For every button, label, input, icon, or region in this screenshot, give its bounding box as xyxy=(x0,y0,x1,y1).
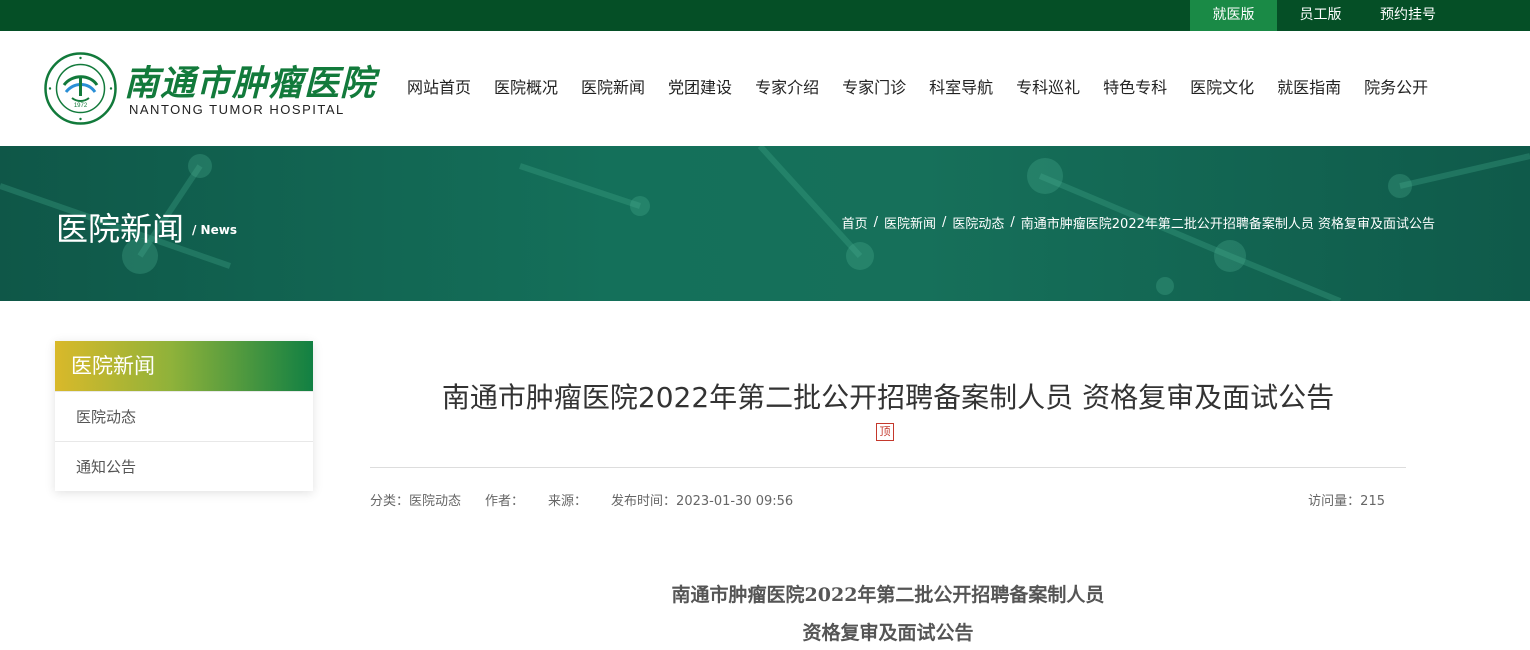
nav-item-specialty-tour[interactable]: 专科巡礼 xyxy=(1016,74,1080,98)
breadcrumb-separator: / xyxy=(873,215,878,230)
top-utility-bar: 就医版 员工版 预约挂号 xyxy=(0,0,1530,31)
pinned-badge: 顶 xyxy=(876,423,894,441)
meta-source: 来源： xyxy=(548,494,588,509)
site-header: 1972 南通市肿瘤医院 NANTONG TUMOR HOSPITAL 网站首页… xyxy=(0,31,1530,146)
nav-item-featured-specialties[interactable]: 特色专科 xyxy=(1103,74,1167,98)
nav-item-news[interactable]: 医院新闻 xyxy=(581,74,645,98)
sidebar-title: 医院新闻 xyxy=(55,341,313,391)
top-links: 就医版 员工版 预约挂号 xyxy=(1190,0,1452,31)
hospital-logo[interactable]: 1972 南通市肿瘤医院 NANTONG TUMOR HOSPITAL xyxy=(44,51,375,127)
nav-item-overview[interactable]: 医院概况 xyxy=(494,74,558,98)
article-meta: 分类：医院动态 作者： 来源： 发布时间：2023-01-30 09:56 xyxy=(370,490,817,509)
top-link-staff-version[interactable]: 员工版 xyxy=(1277,0,1364,31)
meta-views: 访问量：215 xyxy=(1308,494,1385,509)
breadcrumb-news[interactable]: 医院新闻 xyxy=(884,213,936,232)
sidebar-item-dynamics[interactable]: 医院动态 xyxy=(55,391,313,441)
sidebar-item-notices[interactable]: 通知公告 xyxy=(55,441,313,491)
nav-item-home[interactable]: 网站首页 xyxy=(407,74,471,98)
banner-subtitle: / News xyxy=(192,223,237,237)
meta-author: 作者： xyxy=(485,494,525,509)
nav-item-culture[interactable]: 医院文化 xyxy=(1190,74,1254,98)
article-divider xyxy=(370,467,1406,468)
meta-published: 发布时间：2023-01-30 09:56 xyxy=(611,494,794,509)
article-body-subheading: 资格复审及面试公告 xyxy=(802,622,974,644)
breadcrumb: 首页 / 医院新闻 / 医院动态 / 南通市肿瘤医院2022年第二批公开招聘备案… xyxy=(842,213,1435,232)
article-title: 南通市肿瘤医院2022年第二批公开招聘备案制人员 资格复审及面试公告 xyxy=(441,381,1335,414)
nav-item-departments[interactable]: 科室导航 xyxy=(929,74,993,98)
nav-item-patient-guide[interactable]: 就医指南 xyxy=(1277,74,1341,98)
page-banner: 医院新闻 / News 首页 / 医院新闻 / 医院动态 / 南通市肿瘤医院20… xyxy=(0,146,1530,301)
hospital-emblem-icon: 1972 xyxy=(44,52,117,125)
article-body-heading: 南通市肿瘤医院2022年第二批公开招聘备案制人员 xyxy=(671,584,1105,606)
breadcrumb-separator: / xyxy=(941,215,947,230)
top-link-patient-version[interactable]: 就医版 xyxy=(1190,0,1277,31)
breadcrumb-dynamics[interactable]: 医院动态 xyxy=(952,213,1004,232)
sidebar: 医院新闻 医院动态 通知公告 xyxy=(55,341,313,491)
top-link-appointment[interactable]: 预约挂号 xyxy=(1364,0,1452,31)
emblem-year: 1972 xyxy=(74,103,88,109)
nav-item-party[interactable]: 党团建设 xyxy=(668,74,732,98)
nav-item-experts[interactable]: 专家介绍 xyxy=(755,74,819,98)
meta-category: 分类：医院动态 xyxy=(370,494,462,509)
breadcrumb-current[interactable]: 南通市肿瘤医院2022年第二批公开招聘备案制人员 资格复审及面试公告 xyxy=(1021,213,1435,232)
breadcrumb-separator: / xyxy=(1010,215,1015,230)
breadcrumb-home[interactable]: 首页 xyxy=(842,213,868,232)
banner-title: 医院新闻 xyxy=(56,210,185,248)
hospital-name-cn: 南通市肿瘤医院 xyxy=(124,63,377,104)
nav-item-expert-clinic[interactable]: 专家门诊 xyxy=(842,74,906,98)
nav-item-hospital-affairs[interactable]: 院务公开 xyxy=(1364,74,1428,98)
hospital-name-en: NANTONG TUMOR HOSPITAL xyxy=(129,102,345,117)
main-nav: 网站首页 医院概况 医院新闻 党团建设 专家介绍 专家门诊 科室导航 专科巡礼 … xyxy=(407,74,1428,98)
